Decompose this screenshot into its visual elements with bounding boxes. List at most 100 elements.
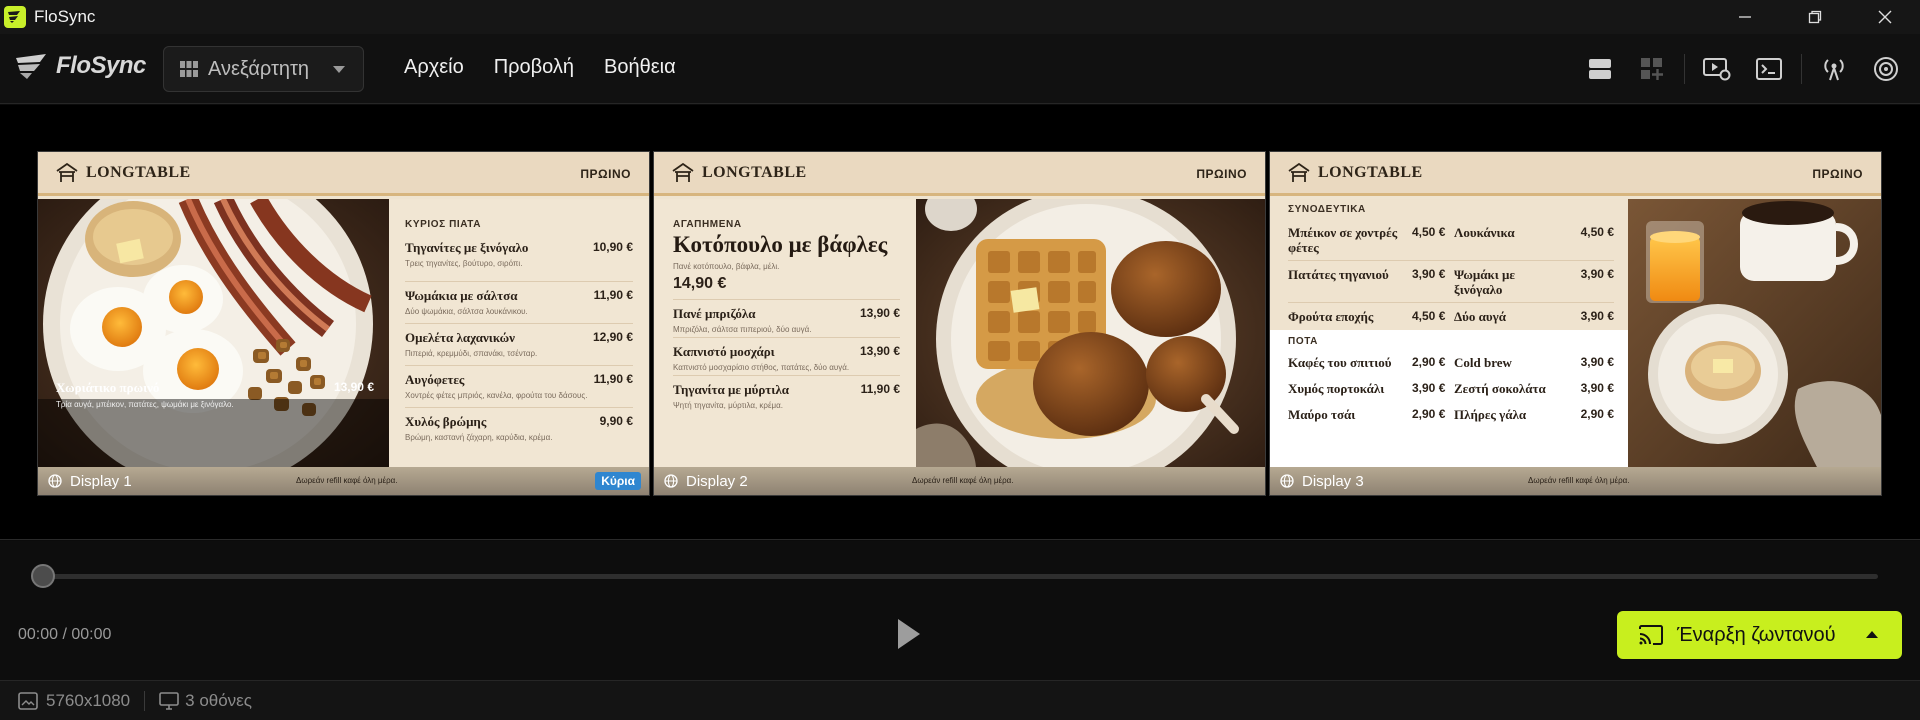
globe-icon	[48, 474, 62, 488]
hero-name: Χωριάτικο πρωινό	[56, 380, 160, 395]
side-name: Πατάτες τηγανιού	[1288, 267, 1389, 282]
menu-file[interactable]: Αρχείο	[404, 56, 464, 79]
sides-title: ΣΥΝΟΔΕΥΤΙΚΑ	[1288, 204, 1366, 215]
item-price: 11,90 €	[593, 288, 633, 302]
list-item: Αυγόφετες Χοντρές φέτες μπριός, κανέλα, …	[405, 366, 633, 408]
list-item: Ψωμάκια με σάλτσα Δύο ψωμάκια, σάλτσα λο…	[405, 282, 633, 324]
drinks-photo	[1628, 199, 1881, 469]
broadcast-tower-icon	[1824, 59, 1844, 81]
table-row: Καφές του σπιτιού 2,90 € Cold brew 3,90 …	[1288, 349, 1614, 375]
table-row: Χυμός πορτοκάλι 3,90 € Ζεστή σοκολάτα 3,…	[1288, 375, 1614, 401]
display-footer: Display 2 Δωρεάν refill καφέ όλη μέρα.	[654, 467, 1265, 495]
meal-label: ΠΡΩΙΝΟ	[1196, 167, 1247, 181]
close-button[interactable]	[1850, 0, 1920, 34]
waffles-photo	[916, 199, 1265, 469]
timeline-scrubber[interactable]	[31, 564, 55, 588]
item-price: 13,90 €	[859, 344, 900, 358]
player-settings-button[interactable]	[1691, 48, 1743, 90]
terminal-icon	[1756, 58, 1782, 80]
playback-panel: 00:00 / 00:00 Έναρξη ζωντανού	[0, 541, 1920, 680]
console-button[interactable]	[1743, 48, 1795, 90]
side-name: Λουκάνικα	[1454, 225, 1515, 240]
mains-list: ΚΥΡΙΟΣ ΠΙΑΤΑ Τηγανίτες με ξινόγαλο Τρεις…	[389, 199, 649, 469]
layout-rows-button[interactable]	[1574, 48, 1626, 90]
side-price: 4,50 €	[1412, 309, 1446, 323]
menu-bar: FloSync Ανεξάρτητη Αρχείο Προβολή Βοήθει…	[0, 34, 1920, 104]
minimize-button[interactable]	[1710, 0, 1780, 34]
window-title: FloSync	[34, 7, 96, 26]
chevron-up-icon[interactable]	[1866, 631, 1878, 638]
mode-label: Ανεξάρτητη	[208, 57, 310, 80]
breakfast-photo	[38, 199, 389, 469]
list-item: Ομελέτα λαχανικών Πιπεριά, κρεμμύδι, σπα…	[405, 324, 633, 366]
side-price: 3,90 €	[1412, 267, 1446, 281]
restore-icon	[1808, 10, 1822, 24]
hero-desc: Τρία αυγά, μπέικον, πατάτες, ψωμάκι με ξ…	[56, 400, 234, 409]
brand-name: LONGTABLE	[702, 163, 807, 181]
side-name: Φρούτα εποχής	[1288, 309, 1374, 324]
brand-name: LONGTABLE	[86, 163, 191, 181]
feature-price: 14,90 €	[673, 275, 900, 300]
layout-rows-icon	[1589, 59, 1611, 79]
close-icon	[1878, 10, 1892, 24]
footer-note: Δωρεάν refill καφέ όλη μέρα.	[296, 476, 398, 485]
footer-note: Δωρεάν refill καφέ όλη μέρα.	[1528, 476, 1630, 485]
item-price: 11,90 €	[860, 382, 900, 396]
drink-price: 2,90 €	[1412, 355, 1446, 369]
drink-price: 2,90 €	[1412, 407, 1446, 421]
drink-price: 3,90 €	[1412, 381, 1446, 395]
favorites-list: ΑΓΑΠΗΜΕΝΑ Κοτόπουλο με βάφλες Πανέ κοτόπ…	[654, 199, 916, 469]
play-icon[interactable]	[898, 619, 920, 649]
feature-name: Κοτόπουλο με βάφλες	[673, 232, 888, 257]
globe-icon	[1280, 474, 1294, 488]
menu-header: LONGTABLE ΠΡΩΙΝΟ	[1270, 152, 1881, 196]
display-name: Display 2	[686, 472, 748, 490]
list-item: Τηγανίτα με μύρτιλα Ψητή τηγανίτα, μύρτι…	[673, 376, 900, 414]
list-item: Καπνιστό μοσχάρι Καπνιστό μοσχαρίσιο στή…	[673, 338, 900, 376]
status-bar: 5760x1080 3 οθόνες	[0, 680, 1920, 720]
display-panel-1[interactable]: LONGTABLE ΠΡΩΙΝΟ Χωριάτικο πρωινό Τρία α…	[37, 151, 650, 496]
table-row: Πατάτες τηγανιού 3,90 € Ψωμάκι με ξινόγα…	[1288, 261, 1614, 303]
image-size-icon	[18, 691, 38, 710]
item-price: 11,90 €	[593, 372, 633, 386]
mode-dropdown[interactable]: Ανεξάρτητη	[163, 46, 364, 92]
video-settings-icon	[1703, 58, 1731, 81]
drinks-title: ΠΟΤΑ	[1288, 336, 1318, 347]
monitor-icon	[159, 691, 179, 710]
resolution-readout: 5760x1080	[46, 690, 131, 710]
display-footer: Display 3 Δωρεάν refill καφέ όλη μέρα.	[1270, 467, 1881, 495]
meal-label: ΠΡΩΙΝΟ	[1812, 167, 1863, 181]
broadcast-button[interactable]	[1808, 48, 1860, 90]
drink-name: Cold brew	[1454, 355, 1512, 370]
restore-button[interactable]	[1780, 0, 1850, 34]
menu-header: LONGTABLE ΠΡΩΙΝΟ	[38, 152, 649, 196]
timeline-track[interactable]	[38, 574, 1878, 579]
feature-desc: Πανέ κοτόπουλο, βάφλα, μέλι.	[673, 262, 780, 271]
logo-text: FloSync	[56, 52, 146, 79]
add-layout-button[interactable]	[1626, 48, 1678, 90]
airplay-button[interactable]	[1860, 48, 1912, 90]
longtable-logo-icon	[672, 162, 694, 182]
item-desc: Δύο ψωμάκια, σάλτσα λουκάνικου.	[405, 307, 528, 316]
display-name: Display 3	[1302, 472, 1364, 490]
list-item: Τηγανίτες με ξινόγαλο Τρεις τηγανίτες, β…	[405, 240, 633, 282]
display-panel-3[interactable]: LONGTABLE ΠΡΩΙΝΟ ΣΥΝΟΔΕΥΤΙΚΑ Μπέικον σε …	[1269, 151, 1882, 496]
drink-price: 3,90 €	[1580, 381, 1614, 395]
list-item: Πανέ μπριζόλα Μπριζόλα, σάλτσα πιπεριού,…	[673, 300, 900, 338]
globe-icon	[664, 474, 678, 488]
menu-view[interactable]: Προβολή	[494, 56, 574, 79]
time-readout: 00:00 / 00:00	[18, 626, 112, 643]
section-title: ΑΓΑΠΗΜΕΝΑ	[673, 219, 742, 230]
side-price: 4,50 €	[1580, 225, 1614, 239]
item-desc: Πιπεριά, κρεμμύδι, σπανάκι, τσένταρ.	[405, 349, 538, 358]
side-name: Ψωμάκι με ξινόγαλο	[1454, 267, 1515, 297]
flosync-logo-icon	[16, 54, 46, 79]
side-name: Μπέικον σε χοντρές φέτες	[1288, 225, 1398, 255]
chevron-down-icon	[333, 66, 345, 73]
minimize-icon	[1739, 16, 1751, 18]
go-live-button[interactable]: Έναρξη ζωντανού	[1617, 611, 1902, 659]
menu-help[interactable]: Βοήθεια	[604, 56, 676, 79]
list-item: Χυλός βρώμης Βρώμη, καστανή ζάχαρη, καρύ…	[405, 408, 633, 450]
grid-icon	[180, 61, 198, 77]
display-panel-2[interactable]: LONGTABLE ΠΡΩΙΝΟ ΑΓΑΠΗΜΕΝΑ Κοτόπουλο με …	[653, 151, 1266, 496]
